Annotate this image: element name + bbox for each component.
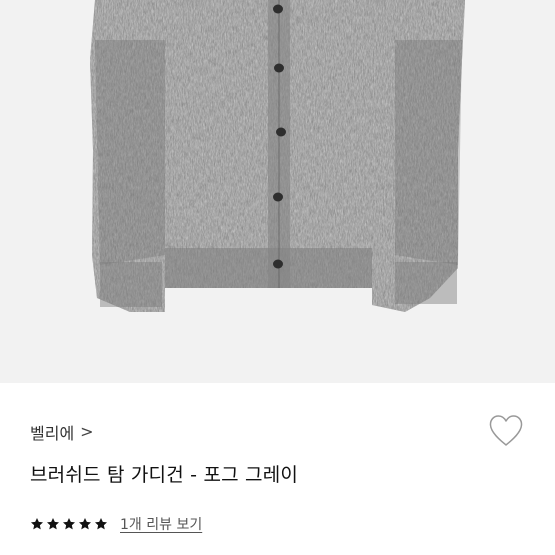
brand-name: 벨리에 (30, 424, 75, 443)
star-icon (62, 518, 76, 530)
chevron-right-icon: > (80, 422, 94, 441)
star-rating (30, 517, 108, 531)
star-icon (78, 518, 92, 530)
review-link[interactable]: 1개 리뷰 보기 (120, 514, 202, 534)
brand-link[interactable]: 벨리에 > (30, 420, 94, 444)
cardigan-photo (0, 0, 555, 383)
product-info: 벨리에 > 브러쉬드 탐 가디건 - 포그 그레이 1개 리뷰 보기 (0, 383, 555, 555)
product-title: 브러쉬드 탐 가디건 - 포그 그레이 (30, 464, 299, 486)
product-detail-page: 벨리에 > 브러쉬드 탐 가디건 - 포그 그레이 1개 리뷰 보기 (0, 0, 555, 555)
star-icon (30, 518, 44, 530)
star-icon (94, 518, 108, 530)
wishlist-button[interactable] (487, 413, 525, 449)
product-image[interactable] (0, 0, 555, 383)
star-icon (46, 518, 60, 530)
rating-row: 1개 리뷰 보기 (30, 514, 202, 534)
heart-icon (489, 415, 523, 446)
